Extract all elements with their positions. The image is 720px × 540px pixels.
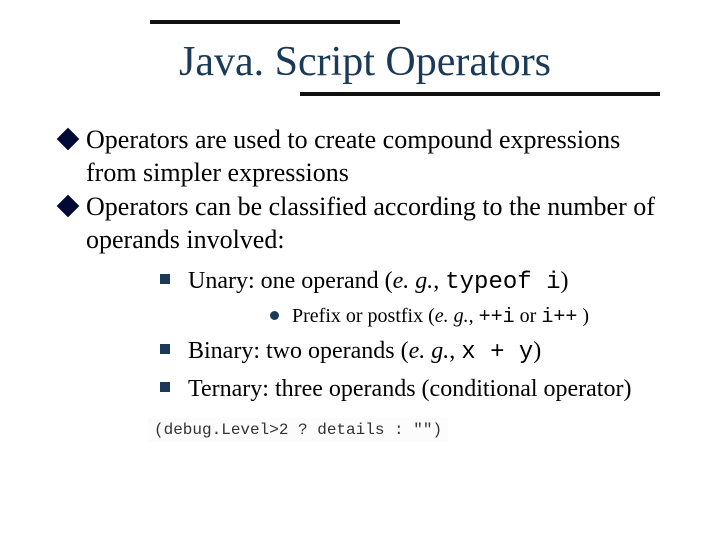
ternary-text: Ternary: three operands (conditional ope… — [188, 376, 631, 402]
slide-body: Operators are used to create compound ex… — [60, 124, 670, 443]
unary-text-post: ) — [560, 268, 568, 294]
list-item-unary: Unary: one operand (e. g., typeof i) Pre… — [160, 266, 670, 330]
eg-text: e. g. — [409, 338, 450, 364]
binary-text-mid: , — [449, 338, 461, 364]
bullet-1: Operators are used to create compound ex… — [60, 124, 670, 189]
code-typeof: typeof i — [445, 269, 560, 296]
prefix-text-mid: , — [469, 305, 479, 327]
bullet-1-text: Operators are used to create compound ex… — [86, 125, 620, 187]
bullet-2: Operators can be classified according to… — [60, 191, 670, 256]
list-item-ternary: Ternary: three operands (conditional ope… — [160, 374, 670, 404]
list-item-binary: Binary: two operands (e. g., x + y) — [160, 336, 670, 368]
title-area: Java. Script Operators — [60, 20, 670, 96]
prefix-text-post: ) — [577, 305, 589, 327]
binary-text-post: ) — [533, 338, 541, 364]
list-item-prefix: Prefix or postfix (e. g., ++i or i++ ) — [270, 304, 670, 330]
eg-text: e. g. — [435, 305, 469, 327]
prefix-text-pre: Prefix or postfix ( — [292, 305, 435, 327]
rule-top — [150, 20, 400, 24]
eg-text: e. g. — [393, 268, 434, 294]
binary-text-pre: Binary: two operands ( — [188, 338, 409, 364]
prefix-or: or — [515, 305, 542, 327]
code-snippet: (debug.Level>2 ? details : "") — [148, 418, 448, 442]
slide: Java. Script Operators Operators are use… — [0, 0, 720, 540]
unary-text-mid: , — [433, 268, 445, 294]
code-postinc: i++ — [541, 306, 577, 329]
rule-bottom — [300, 92, 660, 96]
unary-text-pre: Unary: one operand ( — [188, 268, 393, 294]
code-xplusy: x + y — [461, 339, 533, 366]
diamond-icon — [57, 195, 80, 218]
code-preinc: ++i — [479, 306, 515, 329]
sublist-level1: Unary: one operand (e. g., typeof i) Pre… — [120, 266, 670, 404]
sublist-level2: Prefix or postfix (e. g., ++i or i++ ) — [230, 304, 670, 330]
diamond-icon — [57, 128, 80, 151]
slide-title: Java. Script Operators — [60, 20, 670, 96]
bullet-2-text: Operators can be classified according to… — [86, 192, 655, 254]
